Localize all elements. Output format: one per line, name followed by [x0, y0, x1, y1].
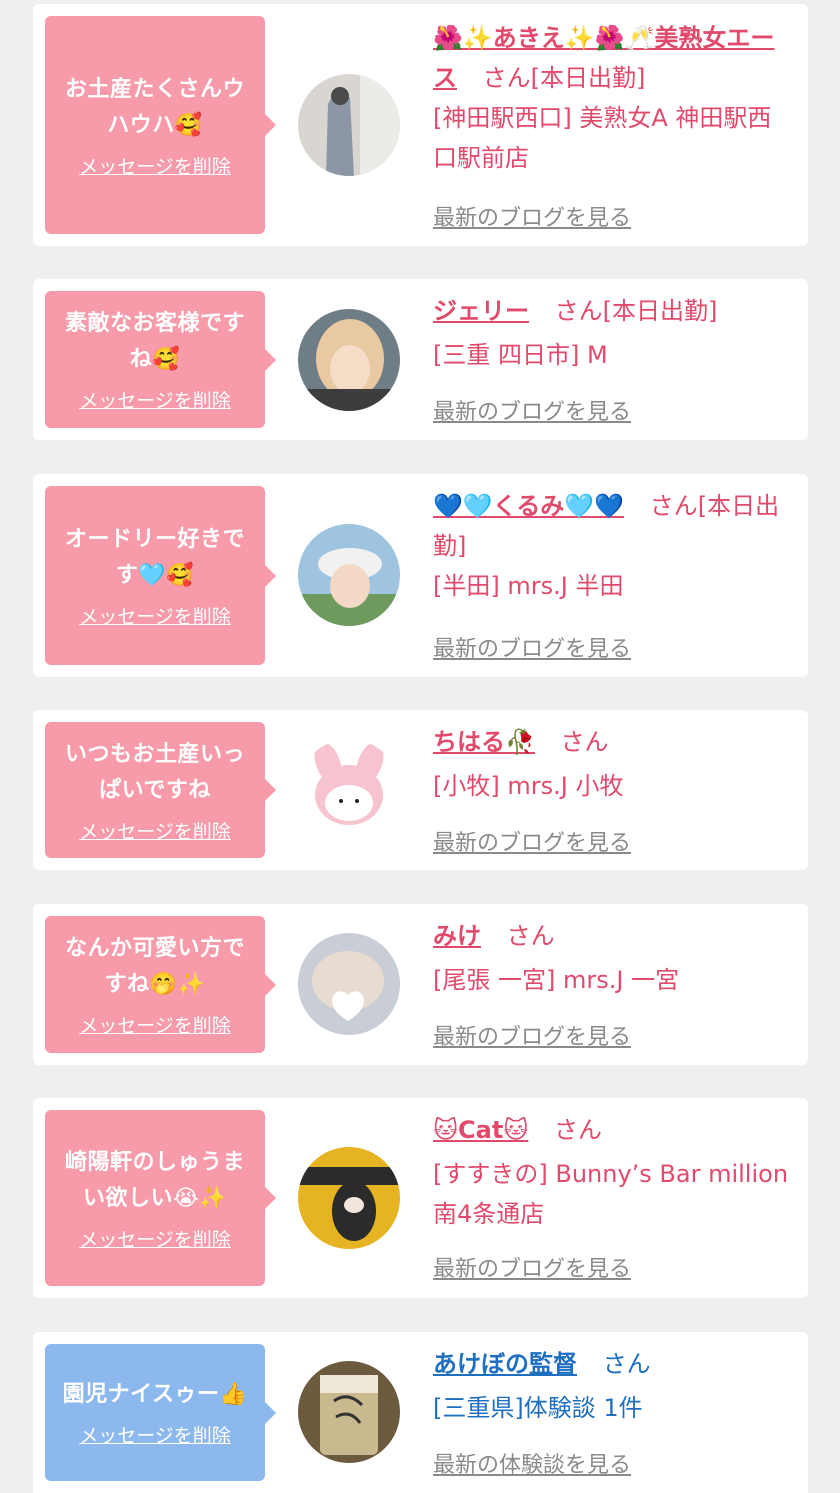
profile-photo — [298, 1361, 400, 1463]
message-text: 崎陽軒のしゅうまい欲しい😭✨ — [64, 1149, 245, 1211]
message-bubble: 崎陽軒のしゅうまい欲しい😭✨ メッセージを削除 — [45, 1110, 276, 1286]
favorite-message-list: お土産たくさんウハウハ🥰 メッセージを削除 🌺✨あきえ✨🌺🥂美熟女エース さん[… — [0, 0, 840, 1493]
cast-name-link[interactable]: ジェリー — [433, 297, 529, 325]
cast-name-line: みけ さん — [433, 916, 793, 956]
cast-info: ちはる🥀 さん [小牧] mrs.J 小牧 — [433, 722, 793, 806]
profile-photo — [298, 74, 400, 176]
message-text: オードリー好きです🩵🥰 — [64, 527, 245, 588]
message-card: 崎陽軒のしゅうまい欲しい😭✨ メッセージを削除 🐱Cat🐱 さん [すすきの] … — [33, 1098, 808, 1298]
cast-suffix: さん — [553, 1116, 602, 1144]
avatar[interactable] — [298, 1147, 400, 1249]
avatar[interactable] — [298, 739, 400, 841]
cast-name-line: 🌺✨あきえ✨🌺🥂美熟女エース さん[本日出勤] — [433, 18, 793, 98]
message-bubble: なんか可愛い方ですね🤭✨ メッセージを削除 — [45, 916, 276, 1053]
cast-info: ジェリー さん[本日出勤] [三重 四日市] M — [433, 291, 793, 375]
shop-name: [三重 四日市] M — [433, 341, 608, 369]
delete-message-link[interactable]: メッセージを削除 — [79, 1225, 231, 1252]
message-card: なんか可愛い方ですね🤭✨ メッセージを削除 みけ さん [尾張 一宮] mrs.… — [33, 904, 808, 1065]
message-card: いつもお土産いっぱいですね メッセージを削除 ちはる🥀 さん [小牧] mrs.… — [33, 710, 808, 870]
blog-link[interactable]: 最新のブログを見る — [433, 1251, 631, 1283]
message-bubble: 素敵なお客様ですね🥰 メッセージを削除 — [45, 291, 276, 428]
avatar[interactable] — [298, 74, 400, 176]
blog-link[interactable]: 最新のブログを見る — [433, 825, 631, 857]
cast-name-line: あけぼの監督 さん — [433, 1344, 793, 1384]
delete-message-link[interactable]: メッセージを削除 — [79, 1421, 231, 1448]
message-text: なんか可愛い方ですね🤭✨ — [64, 936, 245, 997]
cast-suffix: さん[本日出勤] — [554, 297, 718, 325]
cast-info: 💙🩵くるみ🩵💙 さん[本日出勤] [半田] mrs.J 半田 — [433, 486, 793, 606]
cast-name-link[interactable]: 🐱Cat🐱 — [433, 1116, 528, 1144]
message-bubble: オードリー好きです🩵🥰 メッセージを削除 — [45, 486, 276, 665]
blog-link[interactable]: 最新のブログを見る — [433, 200, 631, 232]
message-bubble: お土産たくさんウハウハ🥰 メッセージを削除 — [45, 16, 276, 234]
message-card: お土産たくさんウハウハ🥰 メッセージを削除 🌺✨あきえ✨🌺🥂美熟女エース さん[… — [33, 4, 808, 246]
reviewer-name-link[interactable]: あけぼの監督 — [433, 1350, 577, 1378]
profile-photo — [298, 933, 400, 1035]
cast-suffix: さん — [602, 1350, 651, 1378]
delete-message-link[interactable]: メッセージを削除 — [79, 152, 231, 179]
blog-link[interactable]: 最新のブログを見る — [433, 631, 631, 663]
delete-message-link[interactable]: メッセージを削除 — [79, 817, 231, 844]
cast-info: 🐱Cat🐱 さん [すすきの] Bunny’s Bar million 南4条通… — [433, 1110, 793, 1234]
message-bubble: いつもお土産いっぱいですね メッセージを削除 — [45, 722, 276, 858]
profile-photo — [298, 739, 400, 841]
cast-name-link[interactable]: ちはる🥀 — [433, 728, 535, 756]
shop-name: [尾張 一宮] mrs.J 一宮 — [433, 966, 680, 994]
message-text: 園児ナイスゥー👍 — [62, 1382, 248, 1407]
profile-photo — [298, 524, 400, 626]
profile-photo — [298, 1147, 400, 1249]
cast-name-line: ジェリー さん[本日出勤] — [433, 291, 793, 331]
shop-name: [半田] mrs.J 半田 — [433, 572, 624, 600]
cast-name-link[interactable]: 💙🩵くるみ🩵💙 — [433, 492, 624, 520]
profile-photo — [298, 309, 400, 411]
avatar[interactable] — [298, 1361, 400, 1463]
cast-name-line: 💙🩵くるみ🩵💙 さん[本日出勤] — [433, 486, 793, 566]
message-text: お土産たくさんウハウハ🥰 — [64, 76, 245, 138]
delete-message-link[interactable]: メッセージを削除 — [79, 386, 231, 413]
shop-name: [三重県]体験談 1件 — [433, 1394, 643, 1422]
message-text: いつもお土産いっぱいですね — [64, 741, 245, 803]
avatar[interactable] — [298, 933, 400, 1035]
cast-suffix: さん — [560, 728, 609, 756]
shop-name: [すすきの] Bunny’s Bar million 南4条通店 — [433, 1160, 789, 1228]
cast-name-link[interactable]: みけ — [433, 922, 481, 950]
message-card: オードリー好きです🩵🥰 メッセージを削除 💙🩵くるみ🩵💙 さん[本日出勤] [半… — [33, 474, 808, 677]
message-text: 素敵なお客様ですね🥰 — [64, 311, 245, 372]
cast-info: あけぼの監督 さん [三重県]体験談 1件 — [433, 1344, 793, 1428]
avatar[interactable] — [298, 309, 400, 411]
review-link[interactable]: 最新の体験談を見る — [433, 1447, 631, 1479]
delete-message-link[interactable]: メッセージを削除 — [79, 1011, 231, 1038]
cast-name-line: 🐱Cat🐱 さん — [433, 1110, 793, 1150]
delete-message-link[interactable]: メッセージを削除 — [79, 602, 231, 629]
cast-suffix: さん[本日出勤] — [482, 64, 646, 92]
cast-info: みけ さん [尾張 一宮] mrs.J 一宮 — [433, 916, 793, 1000]
blog-link[interactable]: 最新のブログを見る — [433, 1019, 631, 1051]
message-bubble: 園児ナイスゥー👍 メッセージを削除 — [45, 1344, 276, 1481]
shop-name: [小牧] mrs.J 小牧 — [433, 772, 624, 800]
message-card: 園児ナイスゥー👍 メッセージを削除 あけぼの監督 さん [三重県]体験談 1件 … — [33, 1332, 808, 1493]
blog-link[interactable]: 最新のブログを見る — [433, 394, 631, 426]
avatar[interactable] — [298, 524, 400, 626]
message-card: 素敵なお客様ですね🥰 メッセージを削除 ジェリー さん[本日出勤] [三重 四日… — [33, 279, 808, 440]
cast-suffix: さん — [506, 922, 555, 950]
cast-info: 🌺✨あきえ✨🌺🥂美熟女エース さん[本日出勤] [神田駅西口] 美熟女A 神田駅… — [433, 18, 793, 178]
cast-name-line: ちはる🥀 さん — [433, 722, 793, 762]
shop-name: [神田駅西口] 美熟女A 神田駅西口駅前店 — [433, 104, 772, 172]
